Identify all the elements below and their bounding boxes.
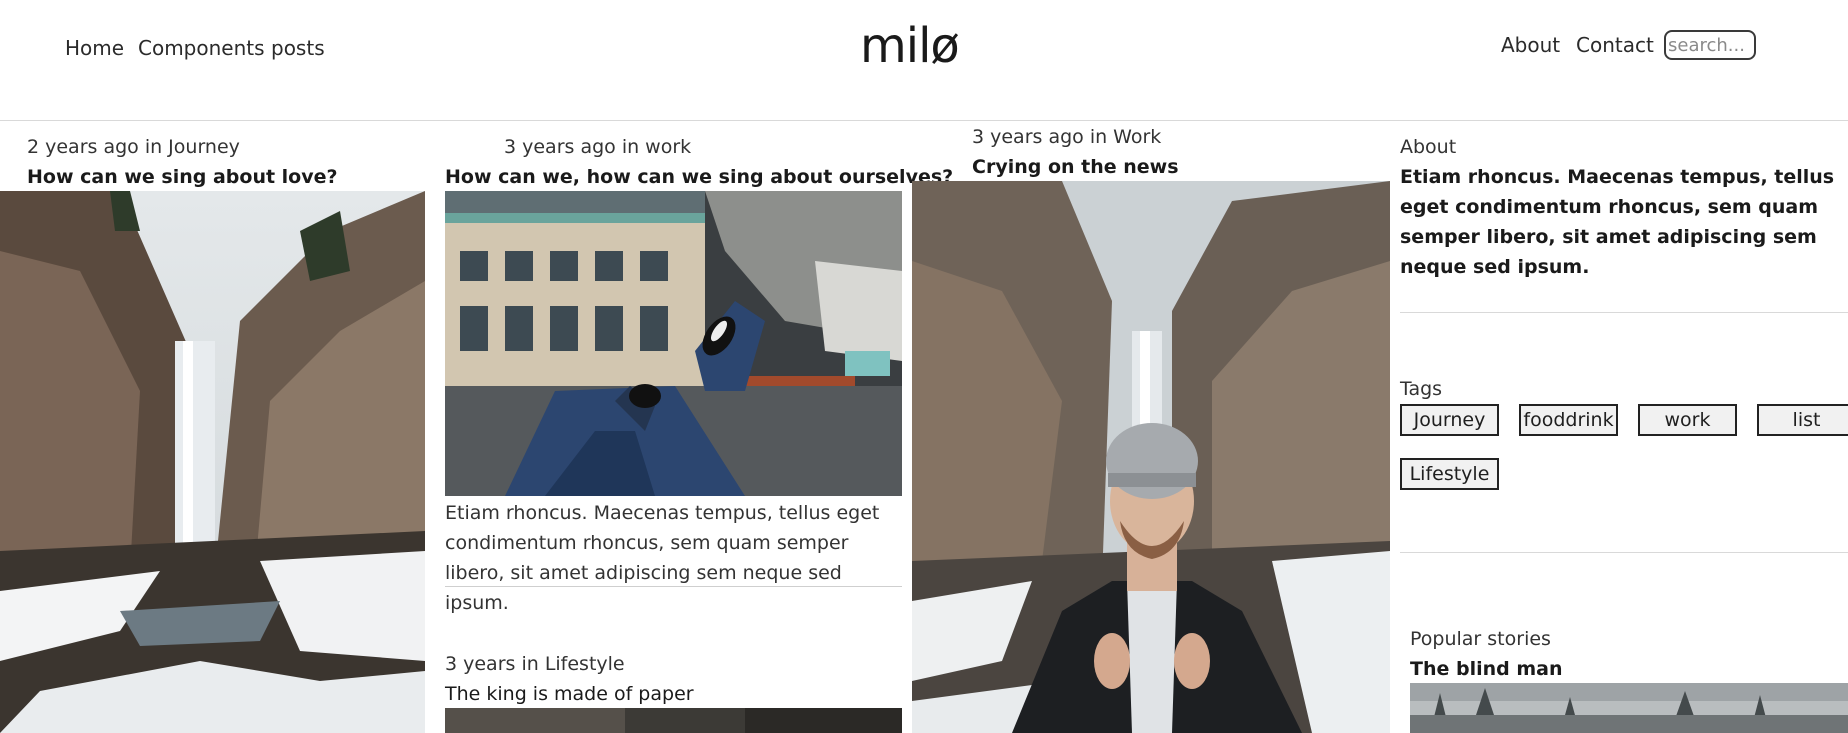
- tag-work[interactable]: work: [1638, 404, 1737, 436]
- post-meta: 2 years ago in Journey: [27, 136, 240, 158]
- nav-components-link[interactable]: Components: [138, 36, 265, 60]
- post-meta: 3 years in Lifestyle: [445, 653, 625, 675]
- site-logo[interactable]: milø: [860, 18, 960, 74]
- post-meta: 3 years ago in Work: [972, 126, 1162, 148]
- post-title-link[interactable]: How can we, how can we sing about oursel…: [445, 166, 953, 188]
- post-divider: [445, 586, 902, 587]
- post-image-portrait[interactable]: [912, 181, 1390, 733]
- post-title-link[interactable]: The king is made of paper: [445, 683, 694, 705]
- header-divider: [0, 120, 1848, 121]
- nav-about-link[interactable]: About: [1501, 33, 1560, 57]
- nav-posts-link[interactable]: posts: [271, 36, 325, 60]
- nav-home-link[interactable]: Home: [65, 36, 124, 60]
- post-image-waterfall[interactable]: [0, 191, 425, 733]
- nav-contact-link[interactable]: Contact: [1576, 33, 1654, 57]
- post-title-link[interactable]: Crying on the news: [972, 156, 1179, 178]
- post-image-rooftop[interactable]: [445, 191, 902, 496]
- popular-heading: Popular stories: [1410, 628, 1551, 650]
- popular-story-image[interactable]: [1410, 683, 1848, 733]
- search-input[interactable]: [1664, 30, 1756, 60]
- sidebar-divider: [1400, 552, 1848, 553]
- post-image-dark[interactable]: [445, 708, 902, 733]
- post-excerpt: Etiam rhoncus. Maecenas tempus, tellus e…: [445, 502, 880, 614]
- tags-heading: Tags: [1400, 378, 1443, 400]
- post-title-link[interactable]: How can we sing about love?: [27, 166, 338, 188]
- tag-fooddrink[interactable]: fooddrink: [1519, 404, 1618, 436]
- popular-story-title-link[interactable]: The blind man: [1410, 658, 1563, 680]
- tag-list[interactable]: list: [1757, 404, 1848, 436]
- sidebar-divider: [1400, 312, 1848, 313]
- post-meta: 3 years ago in work: [504, 136, 692, 158]
- tag-lifestyle[interactable]: Lifestyle: [1400, 458, 1499, 490]
- tag-journey[interactable]: Journey: [1400, 404, 1499, 436]
- about-text: Etiam rhoncus. Maecenas tempus, tellus e…: [1400, 166, 1835, 278]
- about-heading: About: [1400, 136, 1457, 158]
